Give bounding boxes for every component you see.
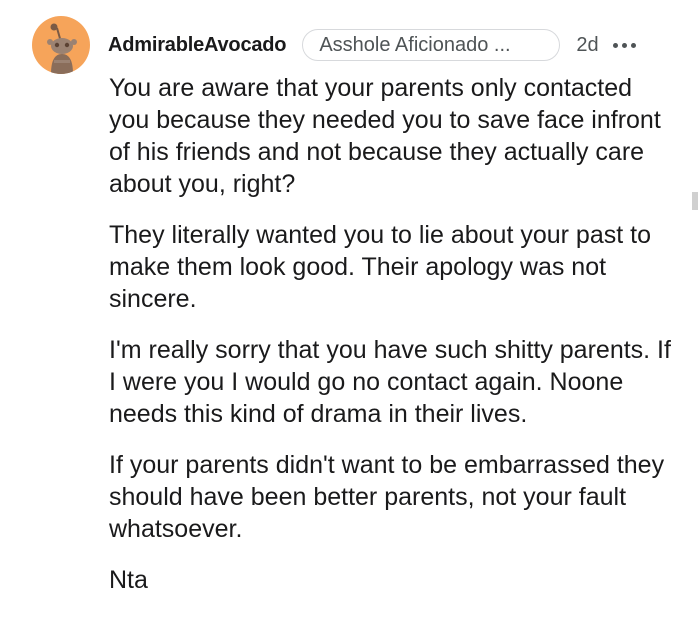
comment-header: AdmirableAvocado Asshole Aficionado ... …: [108, 28, 636, 62]
comment-paragraph: If your parents didn't want to be embarr…: [109, 451, 665, 543]
more-dot: [612, 42, 618, 48]
avatar[interactable]: [32, 16, 90, 74]
comment-paragraph: You are aware that your parents only con…: [109, 74, 661, 198]
user-flair-badge: Asshole Aficionado ...: [302, 29, 561, 61]
more-options-icon[interactable]: [612, 35, 636, 55]
comment-age: 2d: [576, 33, 599, 56]
scrollbar-thumb[interactable]: [692, 192, 698, 210]
more-dot: [621, 42, 627, 48]
username-link[interactable]: AdmirableAvocado: [108, 34, 287, 57]
snoo-avatar-icon: [47, 23, 77, 74]
comment-paragraph: They literally wanted you to lie about y…: [109, 221, 651, 313]
comment: AdmirableAvocado Asshole Aficionado ... …: [0, 0, 700, 640]
more-dot: [630, 42, 636, 48]
comment-body: You are aware that your parents only con…: [109, 72, 679, 615]
comment-paragraph: Nta: [109, 566, 148, 594]
comment-paragraph: I'm really sorry that you have such shit…: [109, 336, 671, 428]
